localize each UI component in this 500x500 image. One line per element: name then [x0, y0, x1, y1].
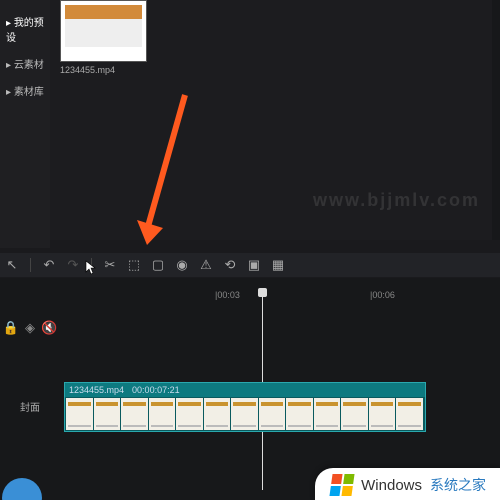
delete-left-icon[interactable]: ⬚ [126, 257, 142, 273]
separator [30, 258, 31, 272]
ruler-tick-label: |00:03 [215, 290, 240, 300]
thumbnail-image [65, 5, 142, 47]
warning-icon[interactable]: ⚠ [198, 257, 214, 273]
media-thumbnail[interactable] [60, 0, 147, 62]
timeline-toolbar: ↖ ↶ ↷ ✂ ⬚ ▢ ◉ ⚠ ⟲ ▣ ▦ [0, 253, 500, 277]
media-panel: 1234455.mp4 [50, 0, 500, 240]
track-cover-label: 封面 [20, 399, 40, 414]
undo-icon[interactable]: ↶ [41, 257, 57, 273]
playhead-handle-icon[interactable] [258, 288, 267, 297]
timeline-ruler[interactable]: |00:03 |00:06 [60, 290, 500, 308]
track-row-aux[interactable]: 🔒 ◈ 🔇 [0, 318, 500, 338]
split-tool-icon[interactable]: ✂ [102, 257, 118, 273]
visibility-icon[interactable]: ◈ [25, 320, 35, 336]
sidebar-item-label: 云素材 [14, 60, 44, 71]
preview-panel-edge [492, 0, 500, 240]
speed-icon[interactable]: ◉ [174, 257, 190, 273]
sidebar: ▸ 我的预设 ▸ 云素材 ▸ 素材库 [0, 0, 50, 248]
windows-brand-text: Windows [361, 477, 422, 494]
footer: Windows 系统之家 [0, 464, 500, 500]
sidebar-item-label: 素材库 [14, 87, 44, 98]
lock-icon[interactable]: 🔒 [3, 320, 19, 336]
track-head-controls: 🔒 ◈ 🔇 [0, 318, 60, 338]
reverse-icon[interactable]: ⟲ [222, 257, 238, 273]
sidebar-item-library[interactable]: ▸ 素材库 [0, 77, 50, 104]
image-icon[interactable]: ▦ [270, 257, 286, 273]
ruler-tick-label: |00:06 [370, 290, 395, 300]
sidebar-item-label: 我的预设 [6, 18, 44, 44]
crop-icon[interactable]: ▣ [246, 257, 262, 273]
redo-icon[interactable]: ↷ [65, 257, 81, 273]
sidebar-item-presets[interactable]: ▸ 我的预设 [0, 8, 50, 50]
windows-logo-icon [330, 474, 355, 496]
thumbnail-filename: 1234455.mp4 [60, 65, 115, 75]
track-head-cover[interactable]: 封面 [0, 382, 60, 430]
windows-badge[interactable]: Windows 系统之家 [315, 468, 500, 500]
windows-sub-text: 系统之家 [430, 475, 486, 495]
mute-icon[interactable]: 🔇 [41, 320, 57, 336]
delete-right-icon[interactable]: ▢ [150, 257, 166, 273]
sidebar-item-cloud[interactable]: ▸ 云素材 [0, 50, 50, 77]
track-row-video[interactable]: 封面 [0, 382, 500, 430]
separator [91, 258, 92, 272]
pointer-tool-icon[interactable]: ↖ [4, 257, 20, 273]
